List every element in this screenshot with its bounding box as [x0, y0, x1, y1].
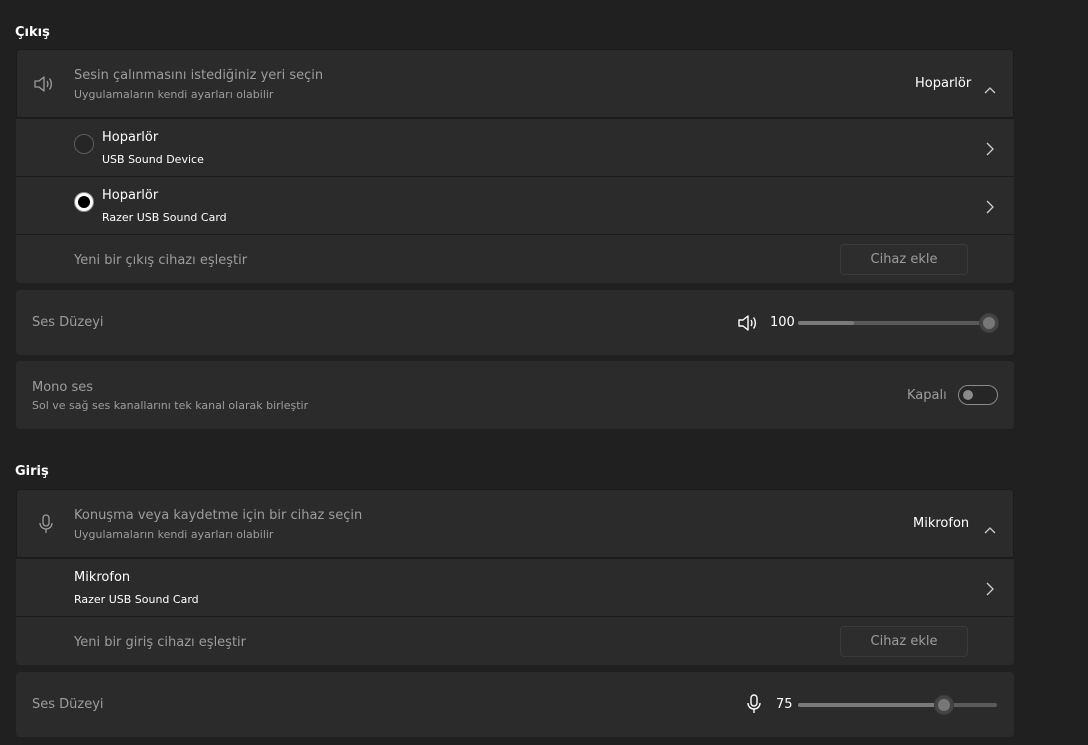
output-selector-label: Sesin çalınmasını istediğiniz yeri seçin — [74, 68, 324, 83]
output-device-selector[interactable]: Sesin çalınmasını istediğiniz yeri seçin… — [16, 49, 1014, 118]
input-device-selector[interactable]: Konuşma veya kaydetme için bir cihaz seç… — [16, 489, 1014, 558]
chevron-up-icon[interactable] — [984, 519, 996, 538]
device-radio[interactable] — [74, 192, 94, 212]
output-pair-label: Yeni bir çıkış cihazı eşleştir — [74, 253, 248, 268]
mono-toggle-state: Kapalı — [907, 388, 947, 403]
input-section-title: Giriş — [15, 464, 49, 479]
output-section-title: Çıkış — [15, 25, 50, 40]
speaker-icon — [33, 75, 55, 97]
device-detail: USB Sound Device — [102, 153, 204, 166]
device-name: Mikrofon — [74, 570, 131, 585]
input-volume-value: 75 — [776, 697, 793, 712]
output-device-item[interactable]: Hoparlör USB Sound Device — [16, 118, 1014, 176]
add-output-device-button[interactable]: Cihaz ekle — [840, 244, 968, 275]
chevron-right-icon[interactable] — [986, 141, 994, 160]
input-volume-row: Ses Düzeyi 75 — [16, 672, 1014, 737]
mono-audio-label: Mono ses — [32, 380, 94, 395]
input-volume-thumb[interactable] — [934, 695, 954, 715]
output-selector-sublabel: Uygulamaların kendi ayarları olabilir — [74, 88, 274, 101]
input-selector-sublabel: Uygulamaların kendi ayarları olabilir — [74, 528, 274, 541]
output-volume-thumb[interactable] — [979, 313, 999, 333]
device-detail: Razer USB Sound Card — [74, 593, 199, 606]
chevron-right-icon[interactable] — [986, 199, 994, 218]
output-pair-row: Yeni bir çıkış cihazı eşleştir Cihaz ekl… — [16, 234, 1014, 283]
device-radio[interactable] — [74, 134, 94, 154]
input-volume-slider[interactable] — [798, 703, 997, 707]
chevron-up-icon[interactable] — [984, 79, 996, 98]
output-volume-slider[interactable] — [798, 321, 994, 325]
device-name: Hoparlör — [102, 188, 159, 203]
output-volume-value: 100 — [770, 315, 795, 330]
input-selected-device: Mikrofon — [913, 516, 970, 531]
output-volume-fill — [798, 321, 854, 325]
add-input-device-button[interactable]: Cihaz ekle — [840, 626, 968, 657]
microphone-icon[interactable] — [747, 694, 761, 718]
input-pair-label: Yeni bir giriş cihazı eşleştir — [74, 635, 247, 650]
mono-toggle[interactable] — [958, 385, 998, 405]
chevron-right-icon[interactable] — [986, 581, 994, 600]
output-device-item[interactable]: Hoparlör Razer USB Sound Card — [16, 176, 1014, 234]
output-volume-row: Ses Düzeyi 100 — [16, 290, 1014, 355]
device-detail: Razer USB Sound Card — [102, 211, 227, 224]
input-volume-fill — [798, 703, 943, 707]
output-volume-label: Ses Düzeyi — [32, 315, 104, 330]
input-device-item[interactable]: Mikrofon Razer USB Sound Card — [16, 558, 1014, 616]
input-selector-label: Konuşma veya kaydetme için bir cihaz seç… — [74, 508, 363, 523]
microphone-icon — [39, 514, 53, 538]
mono-audio-sublabel: Sol ve sağ ses kanallarını tek kanal ola… — [32, 399, 309, 412]
device-name: Hoparlör — [102, 130, 159, 145]
output-selected-device: Hoparlör — [915, 76, 972, 91]
input-pair-row: Yeni bir giriş cihazı eşleştir Cihaz ekl… — [16, 616, 1014, 665]
input-volume-label: Ses Düzeyi — [32, 697, 104, 712]
mono-audio-row: Mono ses Sol ve sağ ses kanallarını tek … — [16, 361, 1014, 429]
speaker-icon[interactable] — [737, 314, 759, 336]
